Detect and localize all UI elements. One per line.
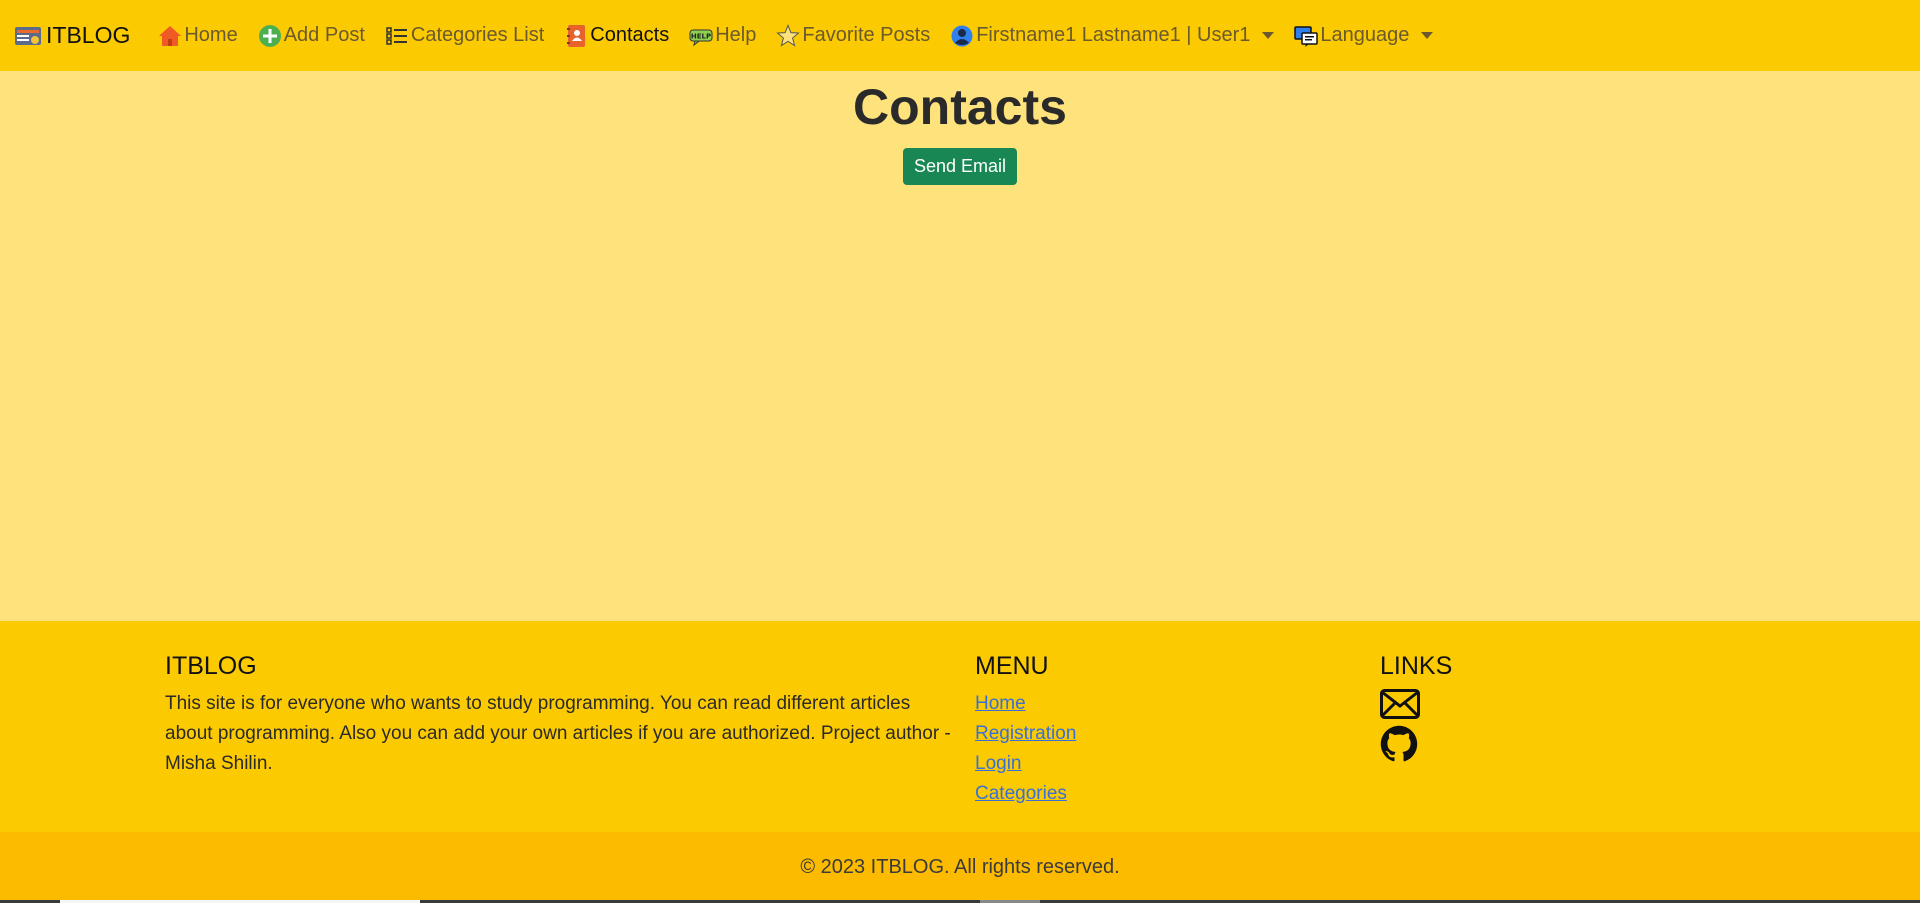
nav-home-label: Home	[184, 24, 238, 46]
home-icon	[159, 25, 182, 46]
nav-favorite-posts[interactable]: Favorite Posts	[776, 23, 931, 48]
brand-label: ITBLOG	[46, 22, 131, 48]
page-title: Contacts	[853, 79, 1067, 135]
nav-user-dropdown[interactable]: Firstname1 Lastname1 | User1	[950, 24, 1275, 48]
contacts-icon	[567, 24, 586, 47]
nav-language-dropdown[interactable]: Language	[1294, 24, 1434, 48]
chevron-down-icon	[1262, 32, 1275, 39]
footer-about-text: This site is for everyone who wants to s…	[165, 693, 951, 774]
footer-links-section: LINKS	[1380, 652, 1452, 765]
language-icon	[1294, 25, 1319, 47]
user-icon	[951, 25, 973, 46]
footer-about-section: ITBLOG This site is for everyone who wan…	[165, 652, 955, 779]
footer-menu-title: MENU	[975, 652, 1049, 680]
footer-link-login[interactable]: Login	[975, 749, 1076, 779]
nav-contacts[interactable]: Contacts	[564, 24, 669, 48]
brand-link[interactable]: ITBLOG	[14, 22, 130, 49]
nav-categories-list[interactable]: Categories List	[385, 24, 544, 48]
nav-home[interactable]: Home	[158, 24, 238, 48]
blog-logo-icon	[15, 26, 41, 45]
footer: ITBLOG This site is for everyone who wan…	[0, 621, 1920, 832]
navbar: ITBLOG Home Add Post Categories List Con…	[0, 0, 1920, 71]
nav-language-label: Language	[1320, 24, 1410, 46]
footer-menu-section: MENU Home Registration Login Categories	[975, 652, 1076, 809]
nav-contacts-label: Contacts	[590, 24, 670, 46]
copyright-bar: © 2023 ITBLOG. All rights reserved.	[0, 832, 1920, 903]
footer-link-registration[interactable]: Registration	[975, 719, 1076, 749]
github-icon[interactable]	[1380, 725, 1418, 763]
nav-add-post-label: Add Post	[283, 24, 365, 46]
star-icon	[776, 23, 801, 47]
footer-link-home[interactable]: Home	[975, 689, 1076, 719]
add-icon	[258, 24, 281, 47]
nav-help-label: Help	[715, 24, 757, 46]
footer-about-title: ITBLOG	[165, 652, 257, 680]
envelope-icon[interactable]	[1380, 689, 1420, 719]
nav-categories-list-label: Categories List	[410, 24, 545, 46]
copyright-text: © 2023 ITBLOG. All rights reserved.	[800, 856, 1120, 878]
nav-favorite-posts-label: Favorite Posts	[802, 24, 931, 46]
footer-links-title: LINKS	[1380, 652, 1453, 680]
footer-link-categories[interactable]: Categories	[975, 779, 1076, 809]
nav-add-post[interactable]: Add Post	[258, 24, 365, 48]
nav-help[interactable]: HELP Help	[689, 24, 756, 48]
chevron-down-icon	[1421, 32, 1434, 39]
list-icon	[386, 26, 407, 45]
svg-text:HELP: HELP	[691, 32, 711, 40]
nav-user-label: Firstname1 Lastname1 | User1	[976, 24, 1251, 46]
send-email-button[interactable]: Send Email	[902, 148, 1018, 185]
help-icon: HELP	[689, 29, 713, 46]
main-content: Contacts Send Email	[0, 71, 1920, 621]
